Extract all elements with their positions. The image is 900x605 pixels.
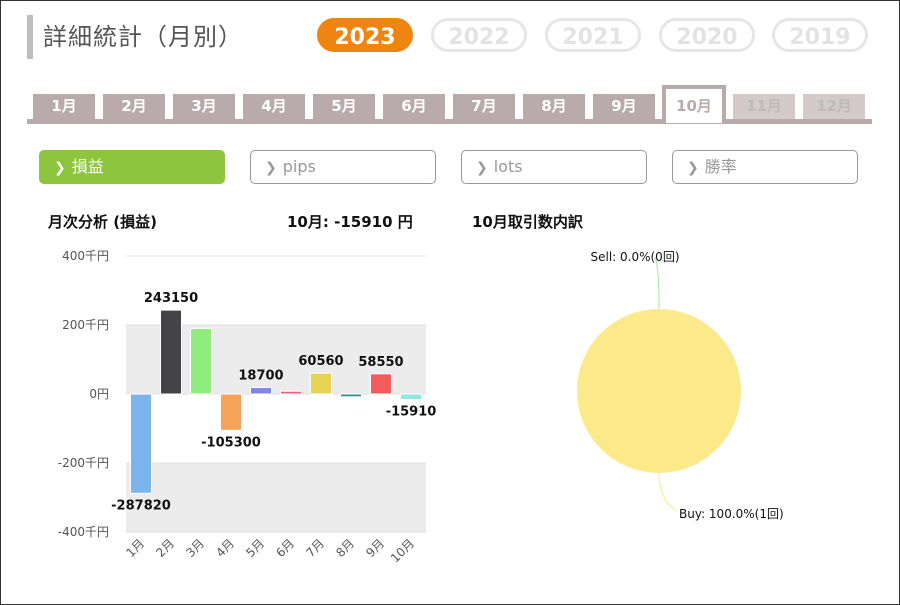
data-label: 58550 xyxy=(358,355,403,370)
x-tick-label: 2月 xyxy=(153,536,177,560)
data-label: -287820 xyxy=(111,498,171,513)
pie-slice-buy[interactable] xyxy=(577,309,741,473)
leader-line xyxy=(654,256,660,310)
metric-label: 勝率 xyxy=(704,157,737,176)
bar-chart-title: 月次分析 (損益) xyxy=(48,213,157,231)
tab-month-7[interactable]: 7月 xyxy=(453,94,515,119)
metric-label: pips xyxy=(282,157,316,176)
bar[interactable] xyxy=(220,393,242,431)
bar[interactable] xyxy=(250,387,272,395)
tab-month-10[interactable]: 10月 xyxy=(662,85,726,123)
tab-baseline xyxy=(27,119,872,124)
x-tick-label: 7月 xyxy=(303,536,327,560)
data-label: 18700 xyxy=(238,369,283,384)
bar[interactable] xyxy=(340,393,362,398)
metric-label: 損益 xyxy=(71,157,104,176)
year-button-2022[interactable]: 2022 xyxy=(431,18,527,52)
pie-chart-title: 10月取引数内訳 xyxy=(472,213,583,231)
tab-month-6[interactable]: 6月 xyxy=(383,94,445,119)
bar[interactable] xyxy=(370,373,392,395)
metric-button-lots[interactable]: ❯ lots xyxy=(461,150,647,184)
data-label: 60560 xyxy=(298,354,343,369)
y-tick-label: -400千円 xyxy=(58,525,109,539)
year-button-2023[interactable]: 2023 xyxy=(317,18,413,52)
x-tick-label: 1月 xyxy=(123,536,147,560)
year-button-2019[interactable]: 2019 xyxy=(772,18,868,52)
data-label: -15910 xyxy=(386,404,437,419)
y-tick-label: -200千円 xyxy=(58,456,109,470)
x-tick-label: 10月 xyxy=(388,536,417,565)
metric-label: lots xyxy=(493,157,523,176)
title-accent-bar xyxy=(27,15,33,59)
plot-band xyxy=(126,463,426,532)
tab-month-1[interactable]: 1月 xyxy=(33,94,95,119)
tab-month-5[interactable]: 5月 xyxy=(313,94,375,119)
year-button-2020[interactable]: 2020 xyxy=(659,18,755,52)
tab-month-3[interactable]: 3月 xyxy=(173,94,235,119)
leader-line xyxy=(658,472,678,512)
chevron-right-icon: ❯ xyxy=(54,160,66,176)
month-summary: 10月: -15910 円 xyxy=(287,213,413,231)
x-tick-label: 5月 xyxy=(243,536,267,560)
bar-chart: 400千円 200千円 0円 -200千円 -400千円-287820 1月 243150 2… xyxy=(58,249,437,565)
pie-chart: Sell: 0.0%(0回) Buy: 100.0%(1回) xyxy=(577,251,784,521)
pie-label-sell: Sell: 0.0%(0回) xyxy=(590,251,679,264)
bar[interactable] xyxy=(400,393,422,400)
data-label: 243150 xyxy=(144,291,198,306)
tab-month-9[interactable]: 9月 xyxy=(593,94,655,119)
x-tick-label: 4月 xyxy=(213,536,237,560)
pie-label-buy: Buy: 100.0%(1回) xyxy=(679,507,784,521)
tab-month-8[interactable]: 8月 xyxy=(523,94,585,119)
page-frame: 詳細統計（月別） 2023 2022 2021 2020 2019 1月 2月 … xyxy=(0,0,900,605)
metric-button-winrate[interactable]: ❯ 勝率 xyxy=(672,150,858,184)
chevron-right-icon: ❯ xyxy=(476,160,488,176)
x-tick-label: 6月 xyxy=(273,536,297,560)
bar[interactable] xyxy=(310,372,332,395)
page-title: 詳細統計（月別） xyxy=(43,23,243,51)
data-label: -105300 xyxy=(201,435,261,450)
tab-month-2[interactable]: 2月 xyxy=(103,94,165,119)
x-tick-label: 9月 xyxy=(363,536,387,560)
chevron-right-icon: ❯ xyxy=(265,160,277,176)
tab-month-11: 11月 xyxy=(733,94,795,119)
bar[interactable] xyxy=(190,327,212,395)
x-tick-label: 3月 xyxy=(183,536,207,560)
bar[interactable] xyxy=(280,390,302,395)
x-tick-label: 8月 xyxy=(333,536,357,560)
tab-month-12: 12月 xyxy=(803,94,865,119)
bar[interactable] xyxy=(160,309,182,395)
y-tick-label: 400千円 xyxy=(62,249,109,263)
y-tick-label: 0円 xyxy=(89,387,109,401)
chevron-right-icon: ❯ xyxy=(687,160,699,176)
y-tick-label: 200千円 xyxy=(62,318,109,332)
bar[interactable] xyxy=(130,393,152,494)
metric-button-pips[interactable]: ❯ pips xyxy=(250,150,436,184)
metric-button-pnl[interactable]: ❯ 損益 xyxy=(39,150,225,184)
tab-month-4[interactable]: 4月 xyxy=(243,94,305,119)
year-button-2021[interactable]: 2021 xyxy=(545,18,641,52)
